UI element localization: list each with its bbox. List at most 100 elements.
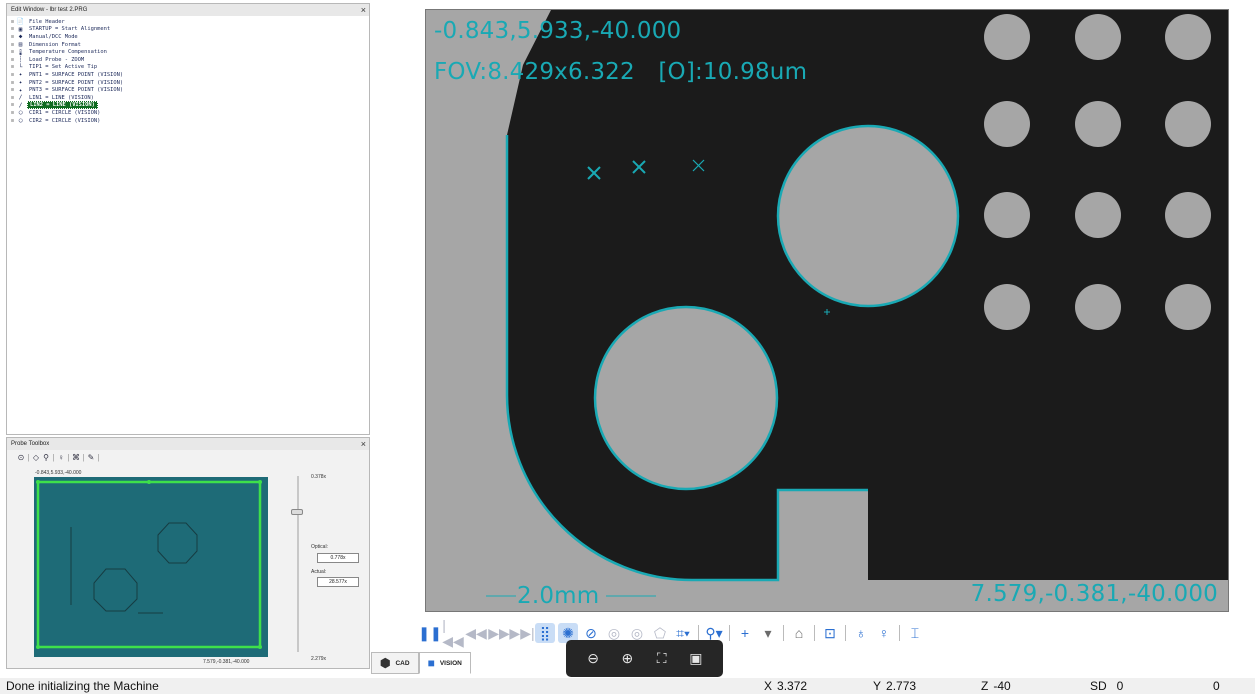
expand-icon[interactable]: ⊞ [9,102,16,108]
toolbar-separator [783,625,784,641]
toolbar-separator [845,625,846,641]
y-label: Y [873,679,882,693]
vision-fov-readout: FOV:8.429x6.322 [O]:10.98um [434,59,807,85]
pause-button[interactable]: ❚❚ [418,623,441,643]
manual-dcc-icon: ◆ [18,33,23,41]
tree-item-label: CIR2 = CIRCLE (VISION) [29,117,101,124]
expand-icon[interactable]: ⊞ [9,49,16,55]
zoom-in-icon[interactable]: ⊕ [616,650,638,667]
edit-window: Edit Window - lbr test 2.PRG × ⊞ 📄 File He… [6,3,370,435]
expand-icon[interactable]: ⊞ [9,64,16,70]
add-dropdown-button[interactable]: ▾ [758,623,778,643]
z-readout: Z -40 [981,679,1011,693]
expand-icon[interactable]: ⊞ [9,110,16,116]
edit-window-title: Edit Window - lbr test 2.PRG [7,4,369,16]
expand-icon[interactable]: ⊞ [9,95,16,101]
probe-tool-icon[interactable]: ⌘ [72,453,80,465]
light-button[interactable]: ♀ [874,623,894,643]
app-window: Edit Window - lbr test 2.PRG × ⊞ 📄 File He… [0,0,1255,694]
tab-label: CAD [395,659,410,667]
expand-icon[interactable]: ⊞ [9,57,16,63]
toolbar-separator [814,625,815,641]
forward-button[interactable]: ▶▶ [488,623,510,643]
first-button[interactable]: |◀◀ [442,617,464,649]
tree-item[interactable]: ⊞ ◯ CIR2 = CIRCLE (VISION) [9,117,367,125]
camera-icon: ■ [427,656,435,670]
last-button[interactable]: ▶▶| [509,623,534,643]
sd-label: SD [1090,679,1107,693]
tab-vision[interactable]: ■ VISION [418,652,471,674]
zoom-min-label: 2.279x [311,656,327,662]
expand-icon[interactable]: ⊞ [9,26,16,32]
expand-icon[interactable]: ⊞ [9,118,16,124]
expand-icon[interactable]: ⊞ [9,72,16,78]
focus-button[interactable]: ⊡ [820,623,840,643]
tree-item-label: TIP1 = Set Active Tip [29,64,98,71]
zoom-max-label: 0.378x [311,474,327,480]
toolbar-separator: | [52,453,55,462]
z-label: Z [981,679,989,693]
load-probe-icon: ┆ [18,56,23,64]
tree-item[interactable]: ⊞ ◯ CIR1 = CIRCLE (VISION) [9,109,367,117]
tree-item[interactable]: ⊞ ▤ Dimension Format [9,41,367,49]
tree-item[interactable]: ⊞ ▣ STARTUP = Start Alignment [9,26,367,34]
zoom-slider-track[interactable] [297,476,299,652]
probe-toolbox-close-icon[interactable]: × [361,438,366,450]
large-hole-cir1[interactable] [776,124,960,308]
tree-item[interactable]: ⊞ ✦ PNT1 = SURFACE POINT (VISION) [9,71,367,79]
probe-tool-icon[interactable]: ✎ [87,453,95,465]
vision-coords-bottom: 7.579,-0.381,-40.000 [970,581,1218,607]
tree-item-label: File Header [29,18,65,25]
tree-item[interactable]: ⊞ └ TIP1 = Set Active Tip [9,64,367,72]
tree-item[interactable]: ⊞ ✦ PNT2 = SURFACE POINT (VISION) [9,79,367,87]
tree-item[interactable]: ⊞ ∕ LIN2 = LINE (VISION) [9,101,367,110]
point-icon: ✦ [18,86,23,94]
vision-view[interactable]: -0.843,5.933,-40.000 FOV:8.429x6.322 [O]… [425,9,1229,612]
tree-item[interactable]: ⊞ ◆ Manual/DCC Mode [9,33,367,41]
light-add-button[interactable]: ♁ [851,623,871,643]
optical-value-field[interactable]: 0.778x [317,553,359,563]
edit-window-close-icon[interactable]: × [361,4,366,16]
rewind-button[interactable]: ◀◀ [465,623,487,643]
expand-icon[interactable]: ⊞ [9,19,16,25]
tree-item-label: CIR1 = CIRCLE (VISION) [29,109,101,116]
status-message: Done initializing the Machine [6,679,159,693]
tree-item-label: Temperature Compensation [29,49,107,56]
line-icon: ∕ [18,101,23,109]
fit-screen-icon[interactable]: ⛶ [651,650,673,667]
presentation-icon[interactable]: ▣ [685,650,707,667]
probe-tool-icon[interactable]: ⚲ [42,453,50,465]
grid-button[interactable]: ⣿ [535,623,555,643]
probe-tool-icon[interactable]: ⊙ [17,453,25,465]
toolbar-separator: | [27,453,30,462]
expand-icon[interactable]: ⊞ [9,42,16,48]
profile-button[interactable]: ⌂ [789,623,809,643]
tree-item-label: LIN1 = LINE (VISION) [29,94,94,101]
startup-icon: ▣ [18,25,23,33]
tree-item[interactable]: ⊞ 🌡 Temperature Compensation [9,48,367,56]
probe-preview[interactable] [34,477,268,657]
zoom-out-icon[interactable]: ⊖ [582,650,604,667]
actual-value-field[interactable]: 28.577x [317,577,359,587]
tree-item[interactable]: ⊞ 📄 File Header [9,18,367,26]
expand-icon[interactable]: ⊞ [9,80,16,86]
tree-item[interactable]: ⊞ ┆ Load Probe - ZOOM [9,56,367,64]
pixel-size-text: [O]:10.98um [658,59,808,85]
toolbar-separator: | [97,453,100,462]
vision-image [426,10,1228,611]
text-button[interactable]: ⌶ [905,623,925,643]
tree-item[interactable]: ⊞ ✦ PNT3 = SURFACE POINT (VISION) [9,86,367,94]
temperature-icon: 🌡 [16,48,25,56]
status-bar: Done initializing the Machine X 3.372 Y 2.… [0,678,1255,694]
tab-cad[interactable]: ⬢ CAD [371,652,419,674]
expand-icon[interactable]: ⊞ [9,87,16,93]
tree-item-label: PNT3 = SURFACE POINT (VISION) [29,87,124,94]
expand-icon[interactable]: ⊞ [9,34,16,40]
probe-bottom-coord: 7.579,-0.381,-40.000 [203,659,250,665]
probe-tool-icon[interactable]: ♀ [57,453,65,465]
tree-item-label: Dimension Format [29,41,81,48]
large-hole-cir2[interactable] [593,305,779,491]
zoom-slider-thumb[interactable] [291,509,303,515]
probe-tool-icon[interactable]: ◇ [32,453,40,465]
add-button[interactable]: + [735,623,755,643]
